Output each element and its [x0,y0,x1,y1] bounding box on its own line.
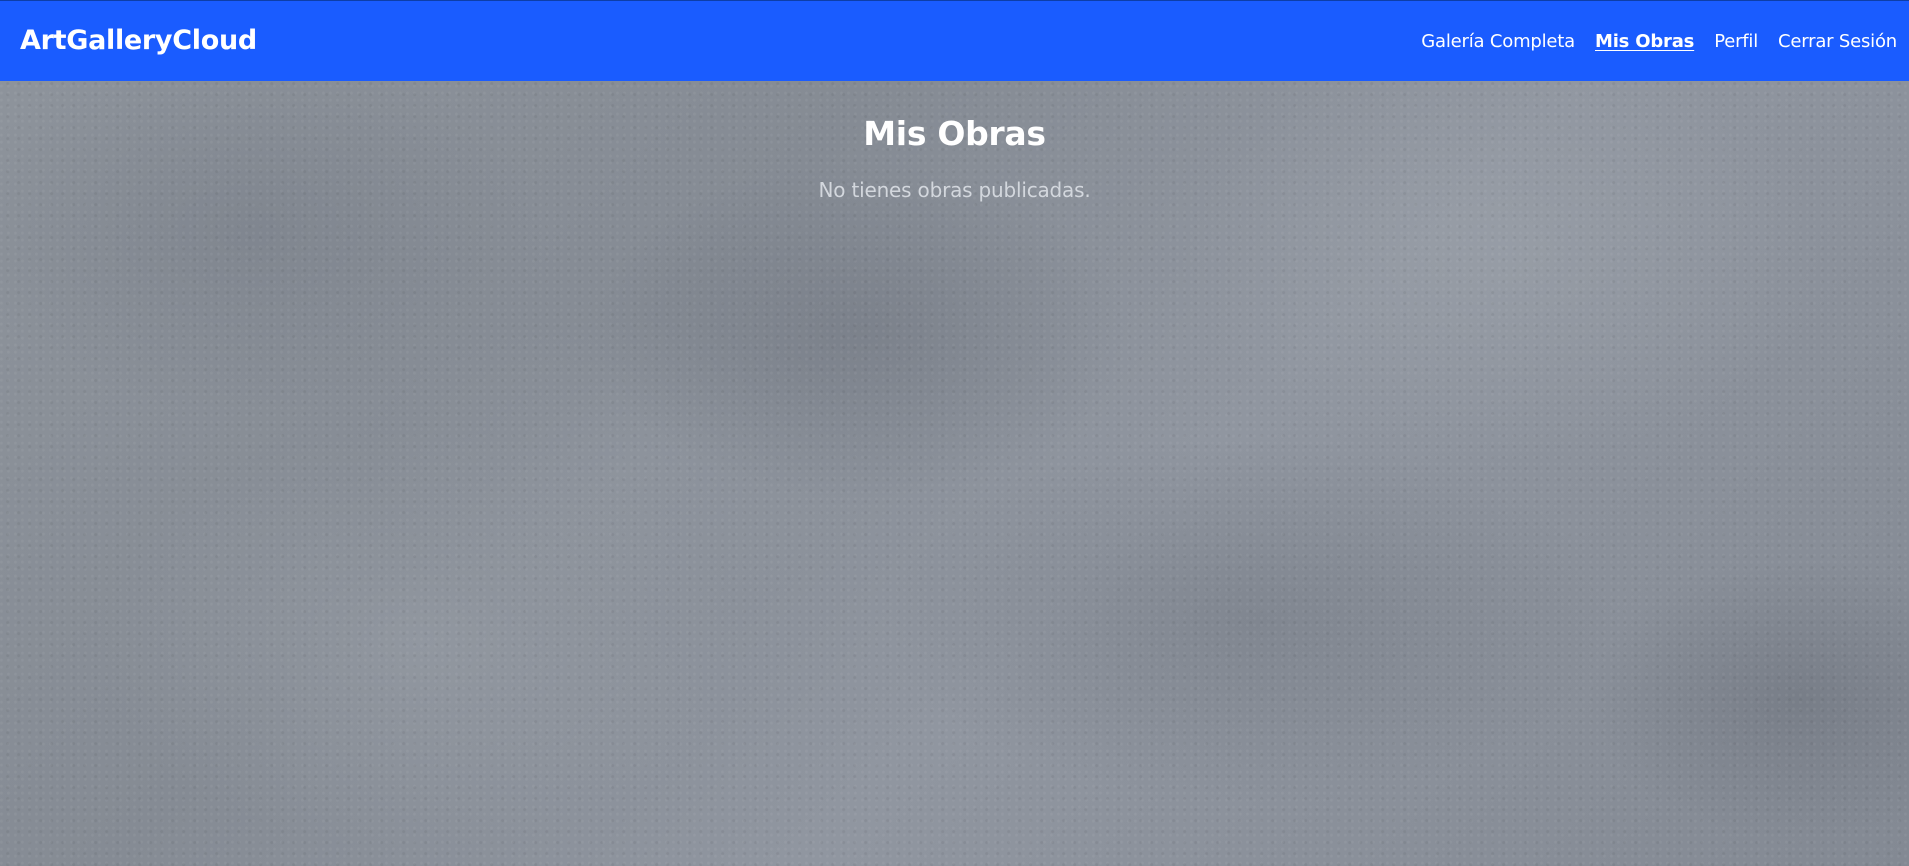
nav-links: Galería Completa Mis Obras Perfil Cerrar… [1421,29,1897,55]
page-title: Mis Obras [863,114,1046,153]
nav-link-galeria-completa[interactable]: Galería Completa [1421,29,1575,55]
top-navbar: ArtGalleryCloud Galería Completa Mis Obr… [0,0,1909,81]
main-content: Mis Obras No tienes obras publicadas. [0,81,1909,204]
nav-link-perfil[interactable]: Perfil [1714,29,1758,55]
nav-link-cerrar-sesion[interactable]: Cerrar Sesión [1778,29,1897,55]
empty-state-message: No tienes obras publicadas. [818,178,1091,202]
nav-link-mis-obras[interactable]: Mis Obras [1595,29,1694,55]
brand-logo-link[interactable]: ArtGalleryCloud [20,23,257,59]
